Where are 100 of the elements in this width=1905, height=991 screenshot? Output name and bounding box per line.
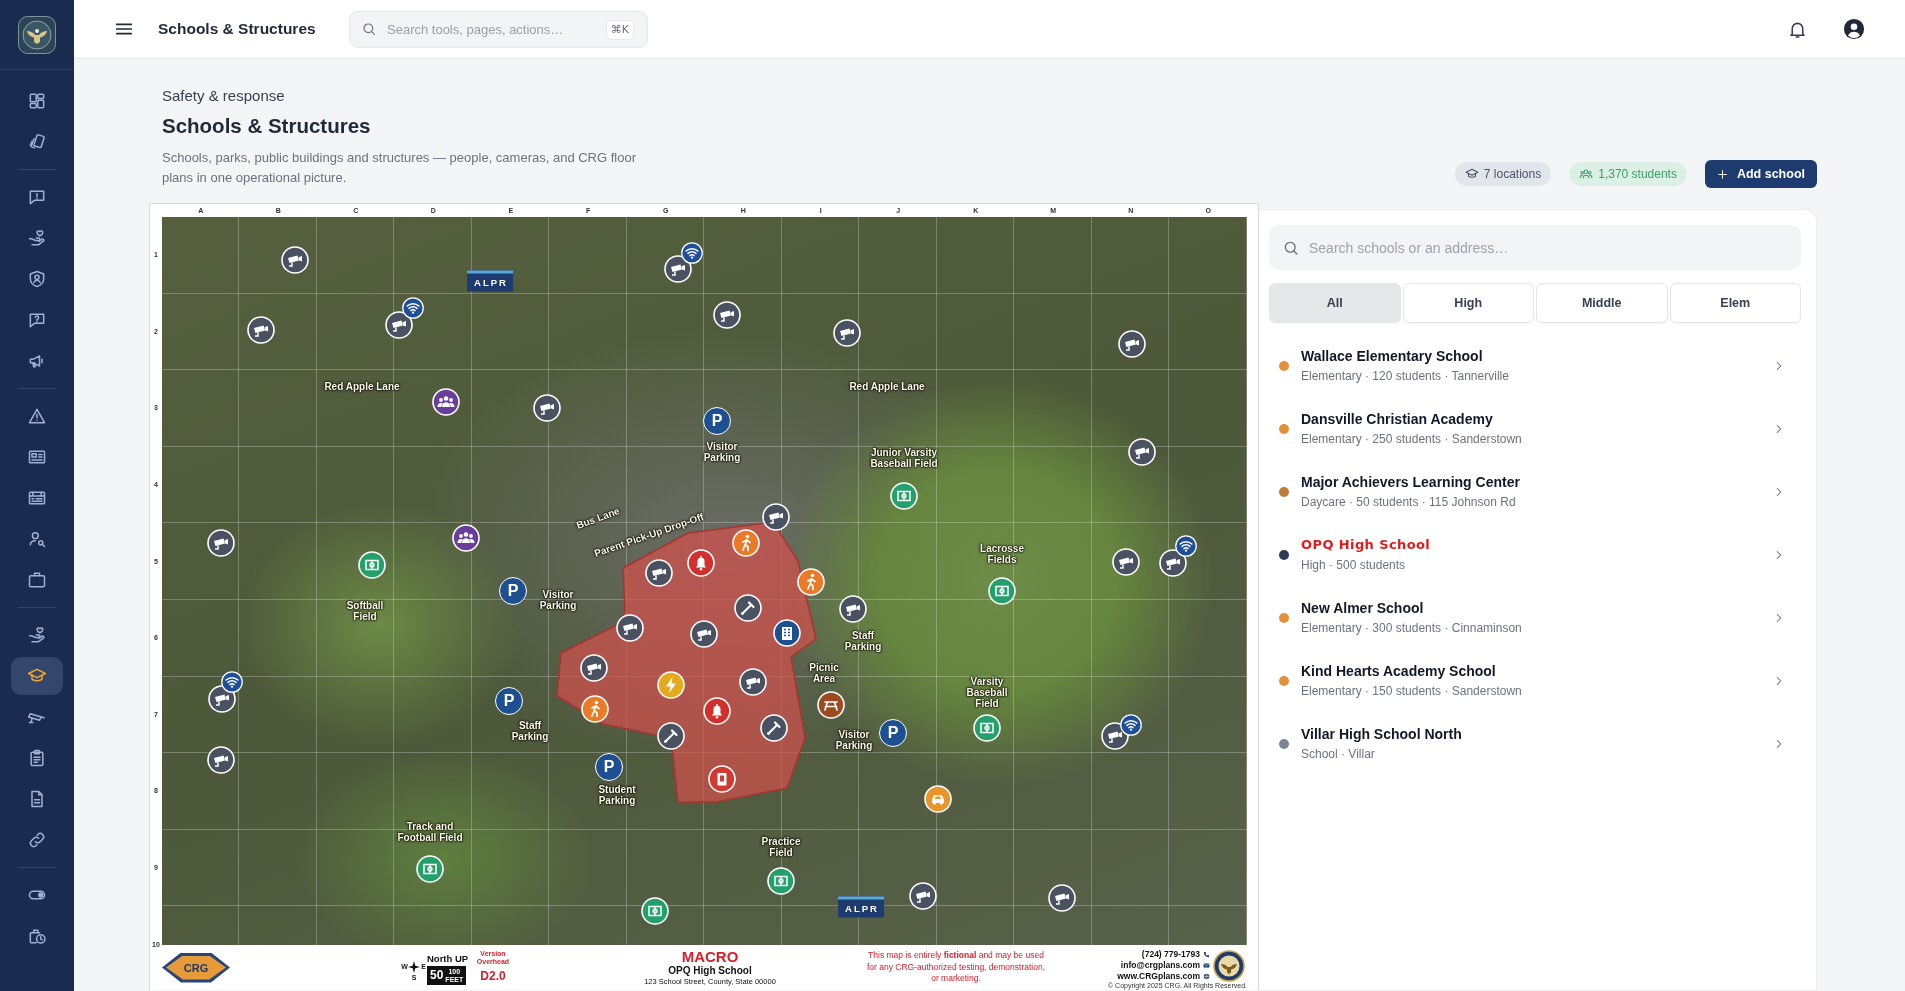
camera-icon — [281, 246, 309, 274]
graduation-cap-icon — [1464, 167, 1479, 181]
add-school-button[interactable]: Add school — [1704, 160, 1817, 188]
clock-bag-icon — [27, 926, 47, 946]
school-details: Daycare · 50 students · 115 Johnson Rd — [1301, 494, 1516, 510]
heart-hand-icon — [27, 228, 47, 248]
id-card-icon — [27, 447, 47, 467]
clipboard-icon — [27, 748, 47, 768]
disclaimer-text: This map is entirely fictional and may be used for any CRG-authorized testing, demonstration, or marketing. — [865, 950, 1047, 985]
tool-icon — [760, 714, 788, 742]
dashboard-icon — [27, 91, 47, 111]
filter-tab[interactable]: High — [1402, 283, 1534, 323]
scale-number: 50 — [430, 969, 444, 982]
page-title: Schools & Structures — [162, 113, 371, 139]
camera-icon — [645, 559, 673, 587]
car-icon — [924, 785, 952, 813]
phone-icon — [1203, 951, 1210, 958]
walking-person-icon — [581, 695, 609, 723]
globe-icon — [1203, 973, 1210, 980]
school-name[interactable]: Kind Hearts Academy School — [1301, 662, 1496, 680]
camera-icon — [1128, 438, 1156, 466]
map-label: Varsity Baseball Field — [965, 675, 1009, 709]
wifi-icon — [681, 242, 703, 264]
cards-icon — [27, 132, 47, 152]
school-name[interactable]: Dansville Christian Academy — [1301, 410, 1493, 428]
school-search-field[interactable]: Search schools or an address… — [1269, 225, 1801, 270]
field-icon — [973, 714, 1001, 742]
map-label: Red Apple Lane — [849, 380, 925, 392]
contact-text: www.CRGplans.com — [1117, 971, 1200, 982]
camera-icon — [616, 614, 644, 642]
school-details: Elementary · 300 students · Cinnaminson — [1301, 620, 1522, 636]
school-details: Elementary · 120 students · Tannerville — [1301, 368, 1509, 384]
camera-icon — [247, 316, 275, 344]
bell-icon — [687, 549, 715, 577]
field-icon — [767, 867, 795, 895]
location-count: 7 locations — [1483, 167, 1542, 181]
school-details: Elementary · 250 students · Sanderstown — [1301, 431, 1522, 447]
walking-person-icon — [732, 529, 760, 557]
camera-icon — [1118, 330, 1146, 358]
plus-icon — [1715, 167, 1729, 181]
camera-icon — [762, 503, 790, 531]
camera-icon — [909, 882, 937, 910]
nav-button[interactable] — [11, 657, 63, 695]
alert-message-icon — [27, 187, 47, 207]
school-name[interactable]: Villar High School North — [1301, 725, 1462, 743]
field-icon — [416, 855, 444, 883]
company-logo: CRG — [162, 952, 230, 983]
camera-icon — [1112, 548, 1140, 576]
school-name[interactable]: Wallace Elementary School — [1301, 347, 1483, 365]
walking-person-icon — [797, 568, 825, 596]
wifi-icon — [1120, 714, 1142, 736]
parking-marker: P — [703, 407, 731, 435]
tool-icon — [657, 722, 685, 750]
heart-hand-icon — [27, 625, 47, 645]
calendar-icon — [27, 488, 47, 508]
door-icon — [708, 765, 736, 793]
camera-icon — [739, 668, 767, 696]
warning-icon — [27, 406, 47, 426]
map-label: Visitor Parking — [702, 441, 742, 463]
camera-icon — [580, 654, 608, 682]
map-label: Student Parking — [597, 784, 637, 806]
seal-icon — [1213, 949, 1245, 982]
field-icon — [988, 577, 1016, 605]
school-name[interactable]: OPQ High School — [1301, 536, 1431, 554]
parking-marker: P — [495, 687, 523, 715]
camera-icon — [713, 301, 741, 329]
help-message-icon — [27, 310, 47, 330]
tool-icon — [734, 594, 762, 622]
school-name[interactable]: Major Achievers Learning Center — [1301, 473, 1520, 491]
lightning-icon — [657, 671, 685, 699]
people-icon — [1579, 167, 1594, 181]
filter-tab[interactable]: All — [1269, 283, 1401, 323]
map-label: Red Apple Lane — [324, 380, 400, 392]
school-name[interactable]: New Almer School — [1301, 599, 1424, 617]
alpr-sign: ALPR — [838, 896, 884, 918]
people-icon — [452, 524, 480, 552]
map-label: Staff Parking — [510, 720, 550, 742]
people-icon — [432, 388, 460, 416]
camera-icon — [690, 620, 718, 648]
map-label: Staff Parking — [843, 630, 883, 652]
account-icon — [1843, 18, 1865, 40]
bell-icon — [703, 697, 731, 725]
wifi-icon — [1175, 535, 1197, 557]
briefcase-icon — [27, 570, 47, 590]
field-icon — [641, 897, 669, 925]
field-icon — [890, 482, 918, 510]
parking-marker: P — [595, 753, 623, 781]
parking-marker: P — [499, 577, 527, 605]
building-icon — [773, 619, 801, 647]
filter-tab[interactable]: Elem — [1669, 283, 1801, 323]
map-label: Softball Field — [345, 600, 385, 622]
school-details: High · 500 students — [1301, 557, 1406, 573]
picnic-table-icon — [817, 691, 845, 719]
seal-icon — [18, 15, 56, 54]
user-search-icon — [27, 529, 47, 549]
camera-icon — [1048, 884, 1076, 912]
field-icon — [358, 551, 386, 579]
contact-text: (724) 779-1793 — [1141, 949, 1200, 960]
north-label: North UP — [427, 952, 470, 964]
filter-tab[interactable]: Middle — [1536, 283, 1668, 323]
